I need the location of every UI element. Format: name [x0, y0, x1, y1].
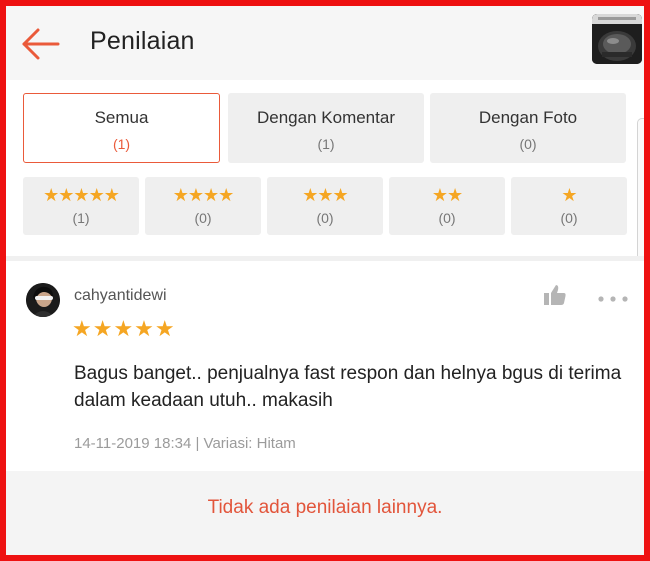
review-item: cahyantidewi ★★★★★ Bagus banget.. penjua… [6, 261, 644, 471]
filter-count: (0) [438, 210, 456, 226]
filter-1-star-button[interactable]: ★ (0) [511, 177, 627, 235]
filter-count: (0) [560, 210, 578, 226]
more-options-button[interactable] [597, 291, 629, 302]
stars-icon: ★★ [431, 185, 463, 205]
review-text: Bagus banget.. penjualnya fast respon da… [74, 363, 622, 411]
avatar[interactable] [26, 283, 60, 317]
stars-icon: ★ [561, 185, 577, 205]
filter-count: (1) [72, 210, 90, 226]
filter-label: Dengan Komentar [257, 108, 395, 127]
filter-count: (0) [316, 210, 334, 226]
no-more-reviews: Tidak ada penilaian lainnya. [6, 471, 644, 555]
rating-filters: Semua (1) Dengan Komentar (1) Dengan Fot… [6, 80, 644, 256]
filter-count: (0) [519, 136, 537, 152]
back-button[interactable] [18, 26, 62, 62]
filter-with-comment-button[interactable]: Dengan Komentar (1) [228, 93, 424, 163]
stars-icon: ★★★★★ [43, 185, 120, 205]
filter-label: Dengan Foto [478, 108, 578, 127]
screen-frame: Penilaian Semua (1) Dengan Komentar (1) … [0, 0, 650, 561]
thumbs-up-icon [544, 285, 566, 305]
filter-4-stars-button[interactable]: ★★★★ (0) [145, 177, 261, 235]
page-title: Penilaian [90, 27, 195, 55]
review-rating-stars: ★★★★★ [72, 316, 176, 341]
stars-icon: ★★★ [302, 185, 348, 205]
like-button[interactable] [542, 283, 568, 307]
reviewer-name: cahyantidewi [74, 287, 167, 304]
product-thumbnail[interactable] [592, 14, 642, 64]
filter-with-photo-button[interactable]: Dengan Foto (0) [430, 93, 626, 163]
filter-label: Semua [94, 108, 149, 127]
filter-3-stars-button[interactable]: ★★★ (0) [267, 177, 383, 235]
filter-count: (1) [112, 136, 131, 152]
helmet-image [592, 14, 642, 64]
user-avatar-image [26, 283, 60, 317]
filter-all-button[interactable]: Semua (1) [23, 93, 220, 163]
filter-count: (1) [317, 136, 335, 152]
more-dots-icon [598, 296, 628, 302]
filter-5-stars-button[interactable]: ★★★★★ (1) [23, 177, 139, 235]
header-bar: Penilaian [6, 6, 644, 80]
filter-count: (0) [194, 210, 212, 226]
stars-icon: ★★★★ [172, 185, 235, 205]
no-more-reviews-text: Tidak ada penilaian lainnya. [207, 497, 443, 518]
arrow-left-icon [22, 28, 60, 60]
review-date-variant: 14-11-2019 18:34 | Variasi: Hitam [74, 435, 296, 452]
filter-2-stars-button[interactable]: ★★ (0) [389, 177, 505, 235]
